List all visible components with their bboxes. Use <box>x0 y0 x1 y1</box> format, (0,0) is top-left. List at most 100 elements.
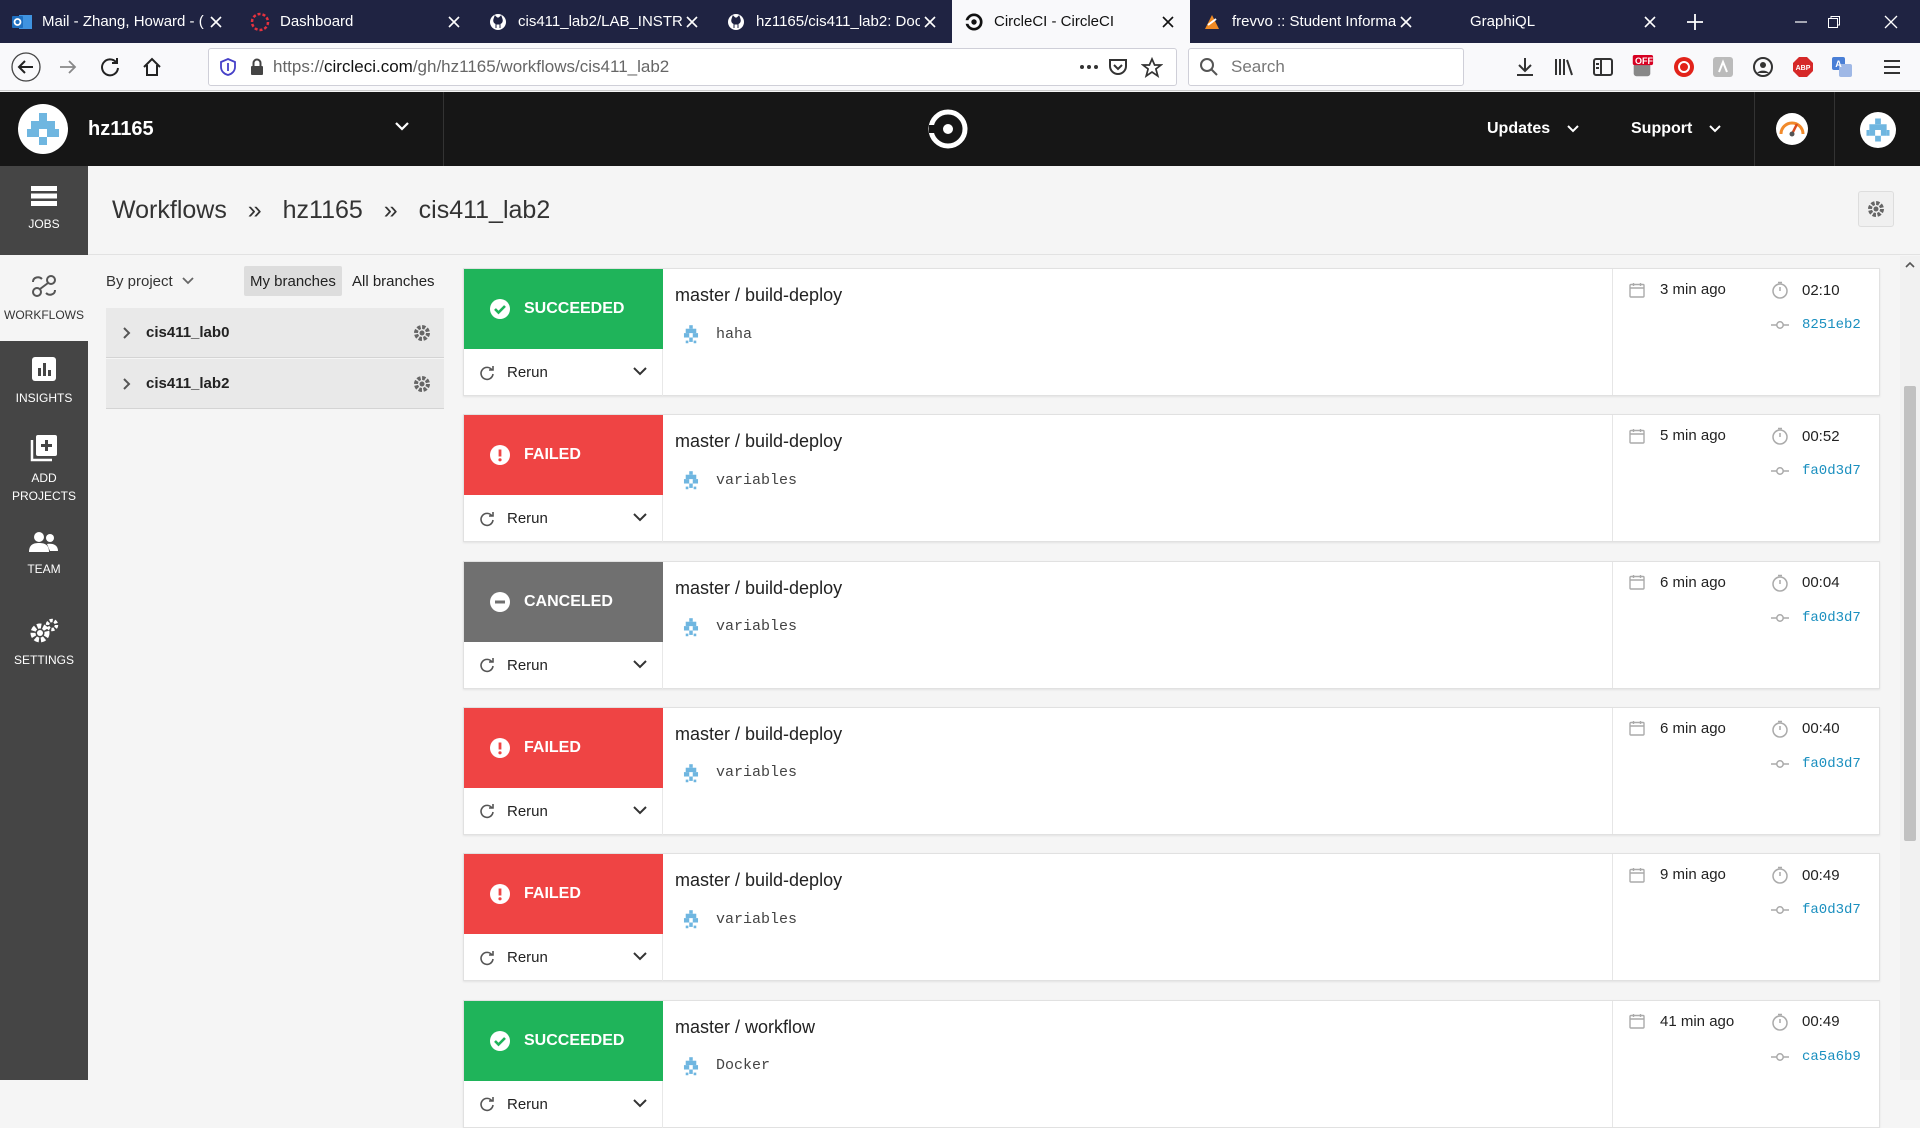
commit-sha-link[interactable]: 8251eb2 <box>1771 317 1861 333</box>
forward-button[interactable] <box>48 47 88 87</box>
sidebar-item-jobs[interactable]: JOBS <box>0 184 88 254</box>
workflow-name-link[interactable]: master / build-deploy <box>675 431 842 452</box>
project-settings-button[interactable] <box>1858 191 1894 227</box>
workflow-status-badge[interactable]: FAILED <box>464 854 663 935</box>
home-button[interactable] <box>132 47 172 87</box>
commit-sha-link[interactable]: fa0d3d7 <box>1771 756 1861 772</box>
close-tab-icon[interactable] <box>206 12 226 32</box>
workflow-status-badge[interactable]: SUCCEEDED <box>464 1000 663 1081</box>
workflow-name-link[interactable]: master / build-deploy <box>675 870 842 891</box>
gear-icon[interactable] <box>412 323 432 343</box>
grey-extension-icon[interactable] <box>1711 55 1735 79</box>
commit-sha-link[interactable]: ca5a6b9 <box>1771 1049 1861 1065</box>
workflow-status-badge[interactable]: CANCELED <box>464 561 663 642</box>
all-branches-toggle[interactable]: All branches <box>352 266 435 296</box>
reload-button[interactable] <box>90 47 130 87</box>
new-tab-button[interactable] <box>1672 0 1718 43</box>
main-scrollbar[interactable] <box>1900 256 1920 1080</box>
library-icon[interactable] <box>1552 55 1576 79</box>
chevron-down-icon[interactable] <box>632 1097 648 1109</box>
chevron-right-icon[interactable] <box>122 377 132 391</box>
pocket-icon[interactable] <box>1107 57 1129 77</box>
sidebar-toggle-icon[interactable] <box>1591 55 1615 79</box>
browser-tab-3[interactable]: cis411_lab2/LAB_INSTRU <box>476 0 714 43</box>
workflow-status-badge[interactable]: FAILED <box>464 415 663 496</box>
breadcrumb-org[interactable]: hz1165 <box>283 196 363 224</box>
workflow-name-link[interactable]: master / build-deploy <box>675 578 842 599</box>
bookmark-star-icon[interactable] <box>1141 57 1163 79</box>
close-tab-icon[interactable] <box>1396 12 1416 32</box>
rerun-button[interactable]: Rerun <box>464 495 663 543</box>
account-extension-icon[interactable] <box>1751 55 1775 79</box>
org-switcher[interactable]: hz1165 <box>0 92 444 166</box>
browser-tab-7[interactable]: GraphiQL <box>1428 0 1672 43</box>
rerun-button[interactable]: Rerun <box>464 349 663 396</box>
browser-tab-2[interactable]: Dashboard <box>238 0 476 43</box>
translate-icon[interactable]: A <box>1830 55 1854 79</box>
sidebar-item-settings[interactable]: SETTINGS <box>0 618 88 688</box>
user-avatar[interactable] <box>1860 112 1896 148</box>
rerun-button[interactable]: Rerun <box>464 934 663 982</box>
commit-sha-link[interactable]: fa0d3d7 <box>1771 610 1861 626</box>
scroll-up-icon[interactable] <box>1905 261 1915 268</box>
breadcrumb-workflows[interactable]: Workflows <box>112 196 227 224</box>
chevron-down-icon[interactable] <box>632 365 648 377</box>
chevron-down-icon[interactable] <box>632 511 648 523</box>
close-tab-icon[interactable] <box>682 12 702 32</box>
page-actions-icon[interactable] <box>1078 59 1100 75</box>
workflow-status-badge[interactable]: FAILED <box>464 707 663 788</box>
sidebar-item-workflows[interactable]: WORKFLOWS <box>0 255 88 341</box>
browser-tab-5[interactable]: CircleCI - CircleCI <box>952 0 1190 43</box>
commit-icon <box>1771 612 1802 624</box>
chevron-down-icon[interactable] <box>632 658 648 670</box>
updates-menu[interactable]: Updates <box>1487 92 1580 166</box>
speedometer-icon[interactable] <box>1775 112 1809 146</box>
sidebar-item-add-projects[interactable]: ADD PROJECTS <box>0 434 88 514</box>
red-extension-icon[interactable] <box>1672 55 1696 79</box>
close-tab-icon[interactable] <box>1158 12 1178 32</box>
close-tab-icon[interactable] <box>1640 12 1660 32</box>
project-item-cis411_lab2[interactable]: cis411_lab2 <box>106 359 444 409</box>
adblock-plus-icon[interactable]: ABP <box>1791 55 1815 79</box>
sidebar-item-insights[interactable]: INSIGHTS <box>0 356 88 426</box>
lock-icon[interactable] <box>249 58 265 76</box>
chevron-down-icon[interactable] <box>632 804 648 816</box>
addon-off-badge-icon[interactable]: OFF <box>1630 55 1654 79</box>
rerun-button[interactable]: Rerun <box>464 641 663 689</box>
browser-tab-6[interactable]: frevvo :: Student Informa <box>1190 0 1428 43</box>
tracking-protection-shield-icon[interactable] <box>219 57 237 77</box>
close-window-button[interactable] <box>1862 0 1920 43</box>
commit-sha-link[interactable]: fa0d3d7 <box>1771 902 1861 918</box>
stopwatch-icon <box>1771 281 1802 299</box>
browser-tab-1[interactable]: Mail - Zhang, Howard - ( <box>0 0 238 43</box>
rerun-button[interactable]: Rerun <box>464 1080 663 1128</box>
sidebar-item-label: WORKFLOWS <box>4 308 84 322</box>
committer-avatar-icon <box>680 762 716 784</box>
workflow-name-link[interactable]: master / workflow <box>675 1017 815 1038</box>
rerun-button[interactable]: Rerun <box>464 787 663 835</box>
my-branches-toggle[interactable]: My branches <box>244 266 342 296</box>
close-tab-icon[interactable] <box>444 12 464 32</box>
workflow-name-link[interactable]: master / build-deploy <box>675 285 842 306</box>
commit-sha-link[interactable]: fa0d3d7 <box>1771 463 1861 479</box>
scrollbar-thumb[interactable] <box>1904 386 1916 841</box>
restore-window-button[interactable] <box>1804 0 1864 43</box>
group-by-project-dropdown[interactable]: By project <box>106 273 195 290</box>
browser-search-field[interactable]: Search <box>1188 48 1464 86</box>
hamburger-menu-icon[interactable] <box>1880 55 1904 79</box>
project-item-cis411_lab0[interactable]: cis411_lab0 <box>106 308 444 358</box>
chevron-right-icon[interactable] <box>122 326 132 340</box>
gear-icon[interactable] <box>412 374 432 394</box>
circleci-logo-icon[interactable] <box>928 109 968 149</box>
workflow-name-link[interactable]: master / build-deploy <box>675 724 842 745</box>
support-menu[interactable]: Support <box>1631 92 1722 166</box>
org-avatar <box>18 104 68 154</box>
close-tab-icon[interactable] <box>920 12 940 32</box>
chevron-down-icon[interactable] <box>632 950 648 962</box>
back-button[interactable] <box>6 47 46 87</box>
browser-tab-4[interactable]: hz1165/cis411_lab2: Doc <box>714 0 952 43</box>
downloads-icon[interactable] <box>1513 55 1537 79</box>
sidebar-item-team[interactable]: TEAM <box>0 531 88 601</box>
workflow-status-badge[interactable]: SUCCEEDED <box>464 269 663 349</box>
address-bar[interactable]: https://circleci.com/gh/hz1165/workflows… <box>208 48 1177 86</box>
